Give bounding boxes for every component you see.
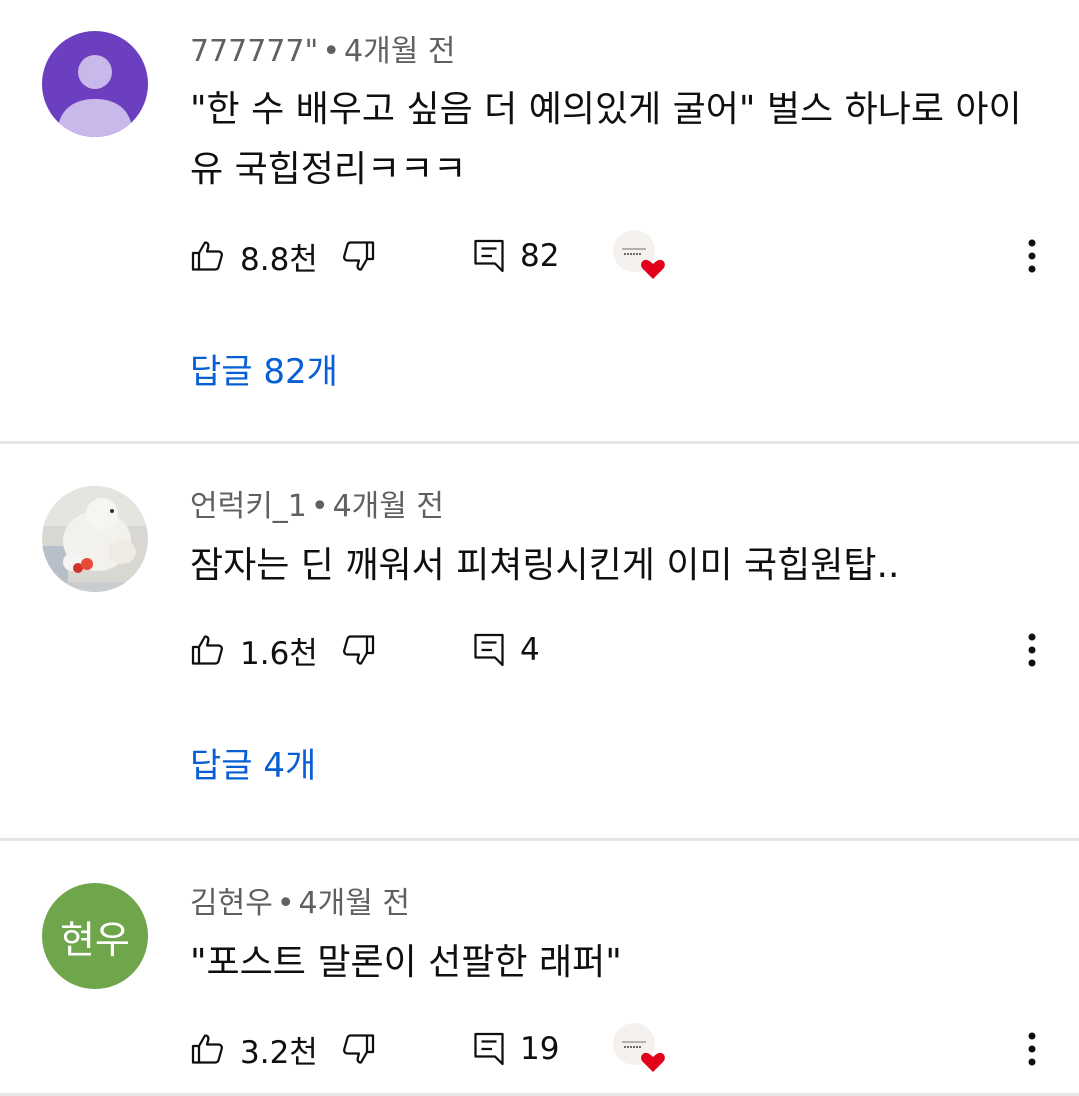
creator-heart-icon — [613, 1023, 665, 1072]
avatar[interactable] — [42, 486, 148, 592]
view-replies-link[interactable]: 답글 4개 — [190, 741, 316, 791]
dislike-button[interactable] — [340, 1019, 376, 1079]
reply-button[interactable]: 4 — [472, 620, 540, 680]
more-options-button[interactable] — [1012, 626, 1052, 674]
like-button[interactable]: 1.6천 — [190, 620, 318, 680]
more-vert-icon — [1028, 633, 1036, 667]
comment-item: 언럭키_1 • 4개월 전 잠자는 딘 깨워서 피쳐링시킨게 이미 국힙원탑.. 1… — [0, 444, 1079, 838]
creator-heart-badge — [612, 1022, 672, 1076]
comment-author[interactable]: 언럭키_1 — [190, 489, 307, 524]
comment-meta: 언럭키_1 • 4개월 전 — [190, 485, 444, 529]
more-vert-icon — [1028, 1032, 1036, 1066]
creator-heart-badge — [612, 229, 672, 283]
view-replies-link[interactable]: 답글 82개 — [190, 347, 338, 397]
avatar[interactable]: 현우 — [42, 883, 148, 989]
comment-item: 777777" • 4개월 전 "한 수 배우고 싶음 더 예의있게 굴어" 벌스 … — [0, 0, 1079, 441]
comment-meta: 김현우 • 4개월 전 — [190, 882, 410, 926]
dislike-icon — [343, 635, 375, 665]
dislike-icon — [343, 1034, 375, 1064]
like-button[interactable]: 8.8천 — [190, 226, 318, 286]
separator-dot: • — [276, 886, 295, 921]
comment-text: "포스트 말론이 선팔한 래퍼" — [190, 942, 622, 983]
reply-button[interactable]: 82 — [472, 226, 559, 286]
more-vert-icon — [1028, 239, 1036, 273]
reply-icon — [474, 1032, 504, 1066]
avatar-initials: 현우 — [60, 917, 130, 962]
like-count: 1.6천 — [240, 635, 318, 672]
comment-author[interactable]: 777777" — [190, 34, 318, 69]
reply-icon — [474, 239, 504, 273]
like-button[interactable]: 3.2천 — [190, 1019, 318, 1079]
creator-heart-icon — [613, 230, 665, 279]
reply-count: 82 — [520, 238, 560, 274]
like-icon — [191, 1034, 223, 1064]
default-avatar-icon — [57, 55, 133, 137]
reply-count: 19 — [520, 1031, 560, 1067]
comment-actions: 1.6천 4 — [0, 620, 1079, 680]
separator-dot: • — [322, 34, 341, 69]
avatar-photo — [42, 486, 148, 592]
more-options-button[interactable] — [1012, 232, 1052, 280]
reply-count: 4 — [520, 632, 540, 668]
reply-button[interactable]: 19 — [472, 1019, 559, 1079]
more-options-button[interactable] — [1012, 1025, 1052, 1073]
reply-icon — [474, 633, 504, 667]
comment-actions: 8.8천 82 — [0, 226, 1079, 286]
dislike-icon — [343, 241, 375, 271]
comment-text: "한 수 배우고 싶음 더 예의있게 굴어" 벌스 하나로 아이유 국힙정리ㅋㅋ… — [190, 89, 1022, 190]
comment-time: 4개월 전 — [298, 886, 410, 921]
like-icon — [191, 635, 223, 665]
like-count: 3.2천 — [240, 1034, 318, 1071]
comment-author[interactable]: 김현우 — [190, 886, 273, 921]
dislike-button[interactable] — [340, 620, 376, 680]
like-icon — [191, 241, 223, 271]
comment-meta: 777777" • 4개월 전 — [190, 30, 455, 74]
separator-dot: • — [310, 489, 329, 524]
comment-item: 현우 김현우 • 4개월 전 "포스트 말론이 선팔한 래퍼" 3.2천 19 — [0, 841, 1079, 1093]
comment-time: 4개월 전 — [344, 34, 456, 69]
comment-text: 잠자는 딘 깨워서 피쳐링시킨게 이미 국힙원탑.. — [190, 545, 900, 586]
avatar[interactable] — [42, 31, 148, 137]
dislike-button[interactable] — [340, 226, 376, 286]
comment-time: 4개월 전 — [332, 489, 445, 524]
comment-actions: 3.2천 19 — [0, 1019, 1079, 1079]
like-count: 8.8천 — [240, 241, 318, 278]
